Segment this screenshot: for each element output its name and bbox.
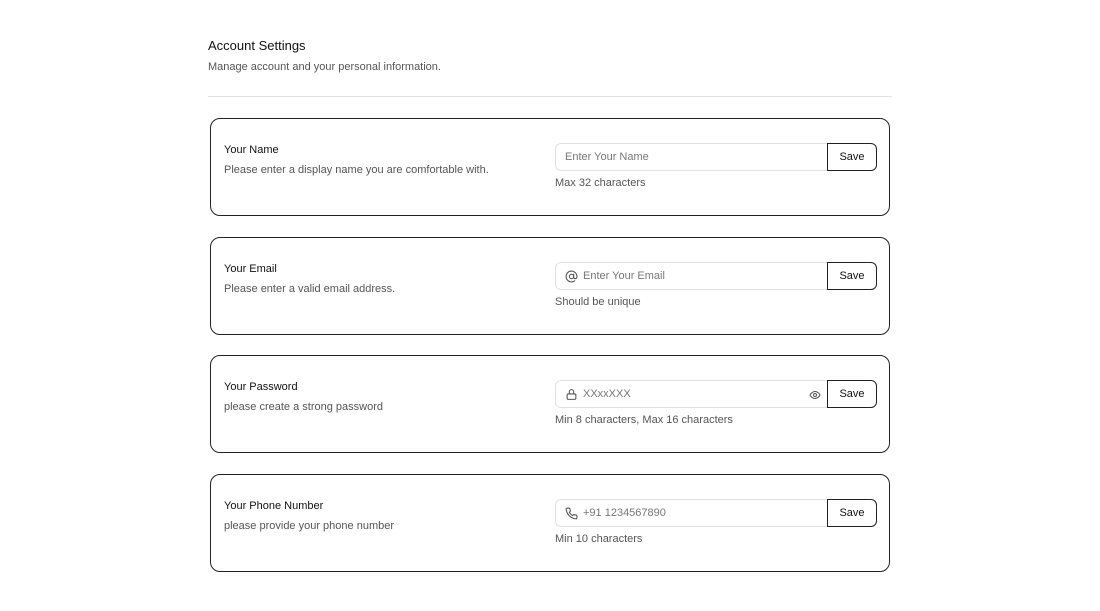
email-description: Please enter a valid email address. [224,283,396,295]
password-save-button[interactable]: Save [827,380,877,408]
at-sign-icon [565,270,578,283]
phone-input-box [555,499,829,527]
header-divider [208,96,892,97]
phone-field-group: Save [555,499,878,527]
phone-label: Your Phone Number [224,500,324,512]
phone-hint: Min 10 characters [555,533,643,545]
name-hint: Max 32 characters [555,177,646,189]
phone-input[interactable] [583,500,823,526]
name-label: Your Name [224,144,279,156]
password-card: Your Password please create a strong pas… [210,355,890,453]
name-description: Please enter a display name you are comf… [224,164,489,176]
email-input[interactable] [583,263,823,289]
name-card: Your Name Please enter a display name yo… [210,118,890,216]
email-field-group: Save [555,262,878,290]
phone-description: please provide your phone number [224,520,395,532]
name-input-box [555,143,829,171]
page-subtitle: Manage account and your personal informa… [208,61,441,73]
page-title: Account Settings [208,38,306,53]
password-hint: Min 8 characters, Max 16 characters [555,414,733,426]
phone-save-button[interactable]: Save [827,499,877,527]
phone-icon [565,507,578,520]
email-hint: Should be unique [555,296,641,308]
name-field-group: Save [555,143,878,171]
name-save-button[interactable]: Save [827,143,877,171]
password-label: Your Password [224,381,298,393]
password-field-group: Save [555,380,878,408]
email-save-button[interactable]: Save [827,262,877,290]
password-description: please create a strong password [224,401,383,413]
email-label: Your Email [224,263,277,275]
lock-icon [565,388,578,401]
email-card: Your Email Please enter a valid email ad… [210,237,890,335]
phone-card: Your Phone Number please provide your ph… [210,474,890,572]
eye-icon[interactable] [809,389,821,401]
name-input[interactable] [565,144,823,170]
email-input-box [555,262,829,290]
password-input[interactable] [583,381,803,407]
password-input-box [555,380,829,408]
